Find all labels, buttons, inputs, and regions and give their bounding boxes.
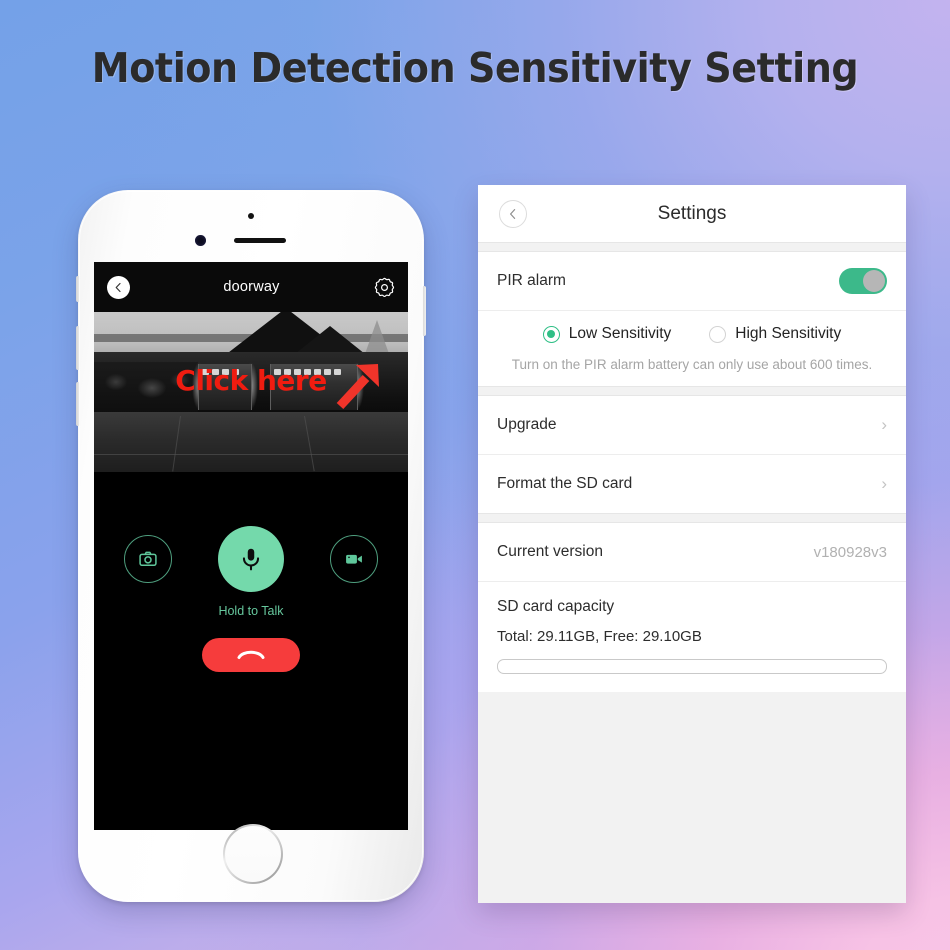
phone-volume-down-button[interactable] [76, 382, 80, 426]
chevron-right-icon: › [881, 474, 887, 493]
phone-screen: doorway Click here Hold to Talk [94, 262, 408, 830]
front-camera-icon [195, 235, 206, 246]
driveway [94, 412, 408, 472]
record-video-button[interactable] [330, 535, 378, 583]
arrow-up-right-icon [336, 364, 379, 410]
settings-empty-area [478, 692, 906, 903]
settings-title: Settings [657, 202, 727, 224]
phone-power-button[interactable] [422, 286, 426, 336]
settings-panel: Settings PIR alarm Low Sensitivity High … [478, 185, 906, 903]
camera-name-label: doorway [223, 279, 280, 295]
current-version-label: Current version [497, 543, 603, 560]
settings-back-button[interactable] [499, 199, 527, 228]
radio-high-label: High Sensitivity [735, 325, 842, 342]
proximity-sensor-icon [248, 213, 254, 219]
sensitivity-options: Low Sensitivity High Sensitivity [478, 310, 906, 357]
format-sd-card-row[interactable]: Format the SD card › [478, 454, 906, 513]
gear-icon [374, 277, 394, 297]
snapshot-button[interactable] [124, 535, 172, 583]
info-section: Current version v180928v3 SD card capaci… [478, 523, 906, 692]
chevron-left-icon [115, 282, 121, 292]
call-controls: Hold to Talk [94, 526, 408, 672]
phone-hangup-icon [237, 650, 265, 659]
phone-mute-switch[interactable] [76, 276, 80, 302]
camera-app-bar: doorway [94, 262, 408, 312]
pir-hint-text: Turn on the PIR alarm battery can only u… [511, 357, 873, 372]
radio-selected-icon [542, 325, 560, 343]
upgrade-row[interactable]: Upgrade › [478, 396, 906, 454]
sd-capacity-detail: Total: 29.11GB, Free: 29.10GB [497, 628, 702, 645]
poster-background: Motion Detection Sensitivity Setting doo… [0, 0, 950, 950]
radio-unselected-icon [709, 325, 727, 343]
radio-low-label: Low Sensitivity [568, 325, 672, 342]
earpiece-speaker [234, 238, 286, 243]
pir-alarm-label: PIR alarm [497, 272, 566, 289]
pir-alarm-row[interactable]: PIR alarm [478, 252, 906, 310]
phone-mockup: doorway Click here Hold to Talk [76, 190, 426, 902]
toggle-knob [863, 270, 885, 292]
section-divider-lower [478, 513, 906, 523]
actions-section: Upgrade › Format the SD card › [478, 396, 906, 513]
phone-home-button[interactable] [223, 824, 283, 884]
camera-back-button[interactable] [107, 275, 130, 299]
section-divider-middle [478, 386, 906, 396]
call-controls-row [94, 526, 408, 592]
chevron-right-icon: › [881, 415, 887, 434]
sd-capacity-label: SD card capacity [497, 598, 615, 615]
live-camera-view[interactable]: Click here [94, 312, 408, 472]
radio-high-sensitivity[interactable]: High Sensitivity [709, 325, 841, 343]
current-version-row: Current version v180928v3 [478, 523, 906, 581]
upgrade-label: Upgrade [497, 416, 557, 433]
format-sd-card-label: Format the SD card [497, 475, 633, 492]
sd-capacity-bar [497, 659, 887, 674]
page-title: Motion Detection Sensitivity Setting [91, 44, 859, 92]
video-camera-icon [346, 554, 362, 564]
pir-alarm-toggle[interactable] [839, 268, 887, 294]
sd-capacity-block: SD card capacity Total: 29.11GB, Free: 2… [478, 581, 906, 692]
camera-icon [139, 551, 157, 566]
hold-to-talk-label: Hold to Talk [218, 604, 284, 618]
section-divider-top [478, 242, 906, 252]
chevron-left-icon [510, 208, 516, 219]
current-version-value: v180928v3 [813, 543, 887, 561]
pir-section: PIR alarm Low Sensitivity High Sensitivi… [478, 252, 906, 386]
hangup-button[interactable] [202, 638, 300, 672]
radio-low-sensitivity[interactable]: Low Sensitivity [542, 325, 672, 343]
driveway-seam-horizontal [94, 454, 408, 455]
settings-header: Settings [478, 185, 906, 242]
camera-settings-button[interactable] [373, 276, 395, 298]
phone-volume-up-button[interactable] [76, 326, 80, 370]
microphone-icon [242, 548, 260, 571]
hold-to-talk-button[interactable] [218, 526, 284, 592]
